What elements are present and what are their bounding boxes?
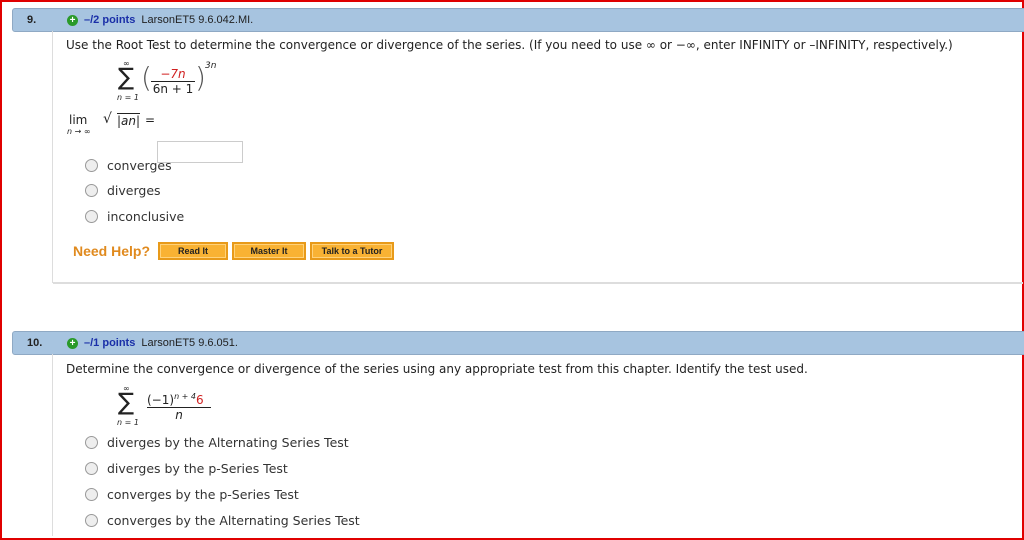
option-label: diverges — [107, 183, 161, 198]
option-label: converges — [107, 158, 172, 173]
radio-button[interactable] — [85, 462, 98, 475]
exponent: 3n — [205, 61, 217, 71]
equals: = — [145, 113, 156, 127]
expand-icon[interactable]: + — [67, 14, 78, 26]
option-4[interactable]: converges by the Alternating Series Test — [85, 513, 360, 528]
option-label: diverges by the Alternating Series Test — [107, 435, 349, 450]
option-3[interactable]: converges by the p-Series Test — [85, 487, 299, 502]
expand-icon[interactable]: + — [67, 337, 78, 349]
need-help: Need Help? Read It Master It Talk to a T… — [73, 242, 398, 260]
radio-button[interactable] — [85, 184, 98, 197]
points: –/1 points — [84, 337, 136, 349]
divider — [53, 282, 1023, 284]
radio-button[interactable] — [85, 159, 98, 172]
option-label: diverges by the p-Series Test — [107, 461, 288, 476]
option-diverges[interactable]: diverges — [85, 183, 161, 198]
denominator: 6n + 1 — [152, 82, 194, 96]
question-9-header: 9. + –/2 points LarsonET5 9.6.042.MI. — [12, 8, 1024, 32]
option-inconclusive[interactable]: inconclusive — [85, 209, 184, 224]
source: LarsonET5 9.6.042.MI. — [141, 14, 254, 26]
radio-button[interactable] — [85, 436, 98, 449]
read-it-button[interactable]: Read It — [158, 242, 229, 260]
series-formula: ∞ ∑ n = 1 (−1)n + 46 n — [113, 384, 263, 434]
sigma: ∑ — [118, 388, 135, 416]
lim-sub: n → ∞ — [67, 127, 91, 136]
sum-lower: n = 1 — [117, 418, 139, 427]
radio-button[interactable] — [85, 488, 98, 501]
option-label: converges by the Alternating Series Test — [107, 513, 360, 528]
master-it-button[interactable]: Master It — [232, 242, 307, 260]
source: LarsonET5 9.6.051. — [141, 337, 238, 349]
question-10-header: 10. + –/1 points LarsonET5 9.6.051. — [12, 331, 1024, 355]
option-label: inconclusive — [107, 209, 185, 224]
question-prompt: Determine the convergence or divergence … — [66, 362, 808, 376]
option-2[interactable]: diverges by the p-Series Test — [85, 461, 288, 476]
option-1[interactable]: diverges by the Alternating Series Test — [85, 435, 349, 450]
question-10-body: Determine the convergence or divergence … — [52, 354, 1023, 536]
numerator-base: (−1) — [147, 393, 175, 407]
need-help-label: Need Help? — [73, 243, 151, 259]
numerator: −7n — [151, 67, 195, 82]
question-prompt: Use the Root Test to determine the conve… — [66, 38, 953, 52]
numerator: (−1)n + 46 — [147, 392, 211, 408]
numerator-coefficient: 6 — [196, 393, 204, 407]
sigma: ∑ — [118, 63, 135, 91]
question-number: 9. — [27, 14, 37, 26]
sum-lower: n = 1 — [117, 93, 139, 102]
option-label: converges by the p-Series Test — [107, 487, 299, 502]
question-9-body: Use the Root Test to determine the conve… — [52, 31, 1023, 284]
radio-button[interactable] — [85, 210, 98, 223]
root-expression: |an| — [117, 113, 141, 128]
option-converges[interactable]: converges — [85, 158, 172, 173]
lim-label: lim — [69, 113, 88, 127]
denominator: n — [175, 408, 183, 422]
talk-to-tutor-button[interactable]: Talk to a Tutor — [310, 242, 395, 260]
question-number: 10. — [27, 337, 43, 349]
numerator-exponent: n + 4 — [174, 392, 197, 401]
points: –/2 points — [84, 14, 136, 26]
series-formula: ∞ ∑ n = 1 ( −7n 6n + 1 ) 3n — [117, 59, 217, 102]
radio-button[interactable] — [85, 514, 98, 527]
